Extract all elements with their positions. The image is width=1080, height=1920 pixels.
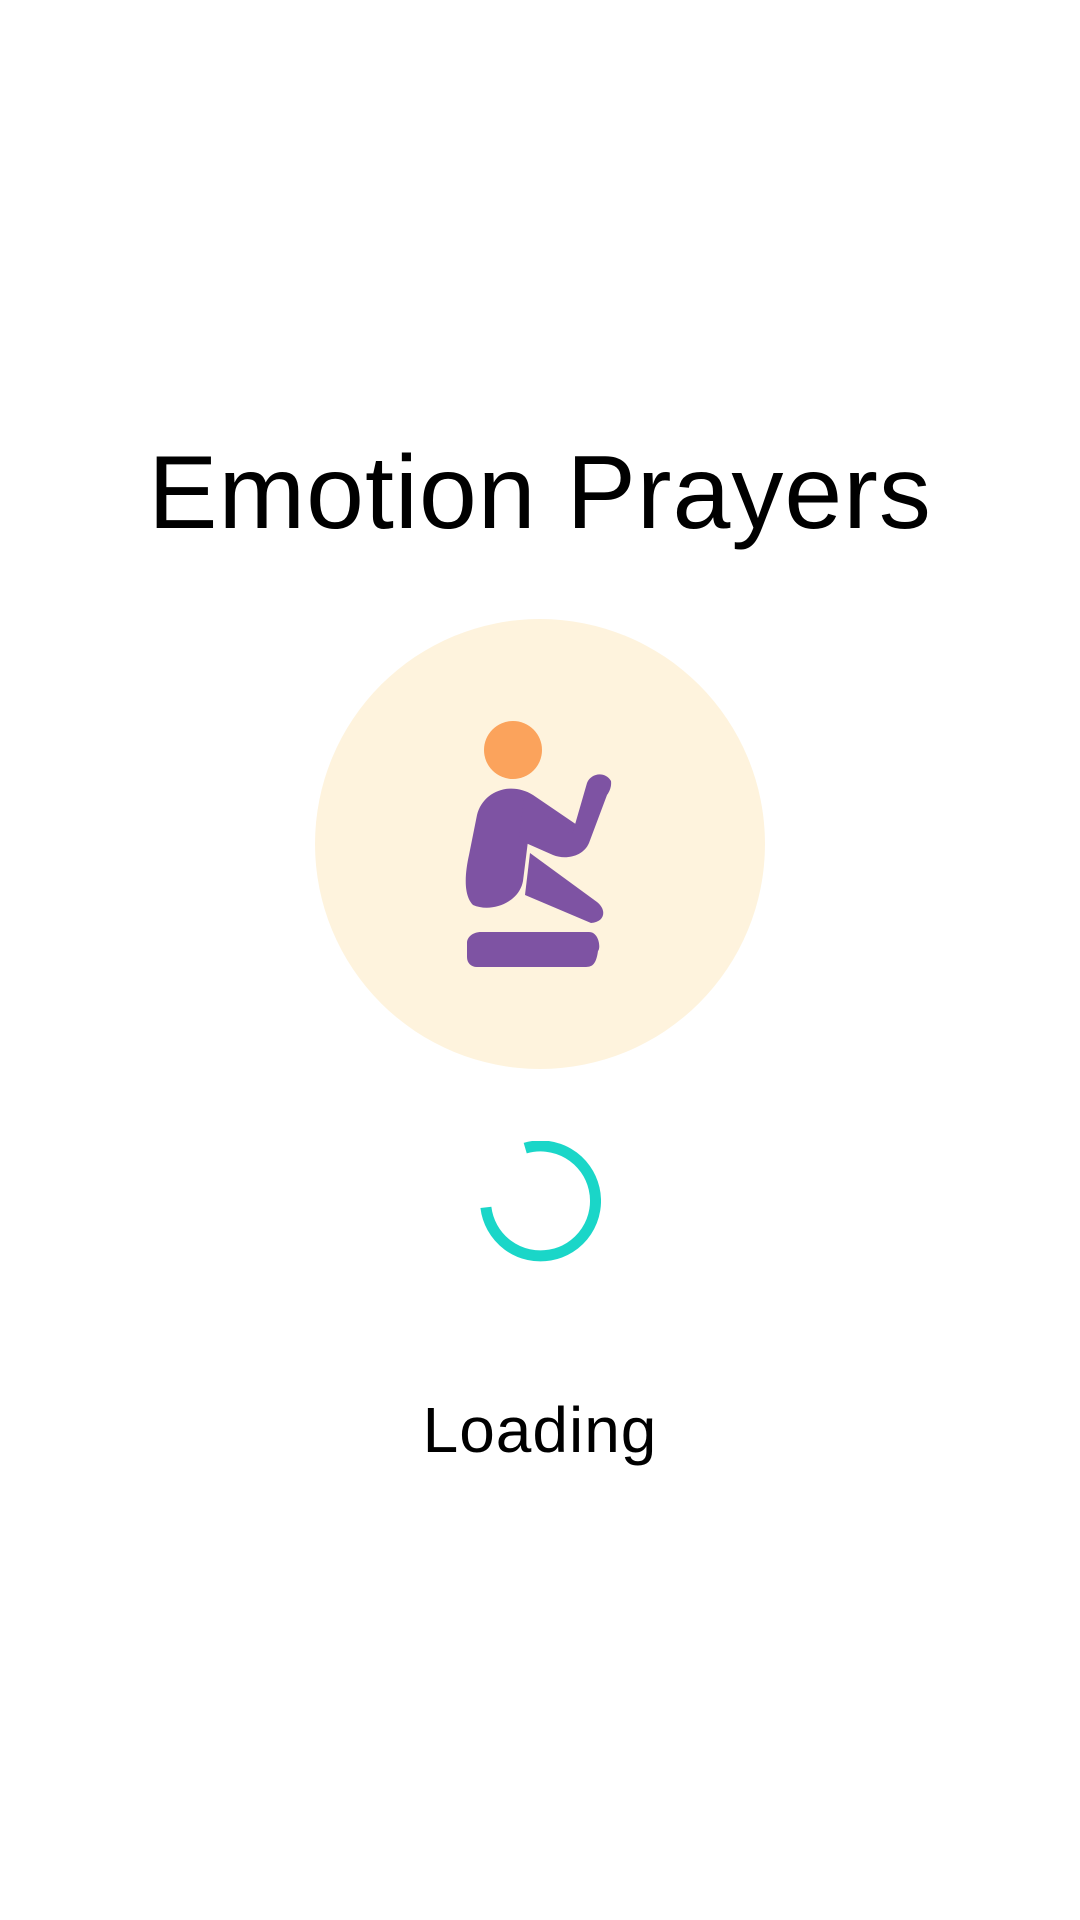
app-logo — [315, 619, 765, 1069]
loading-label: Loading — [422, 1394, 658, 1466]
kneeling-prayer-person-icon — [465, 721, 612, 967]
app-title: Emotion Prayers — [148, 435, 932, 551]
loading-spinner-icon — [479, 1141, 601, 1263]
